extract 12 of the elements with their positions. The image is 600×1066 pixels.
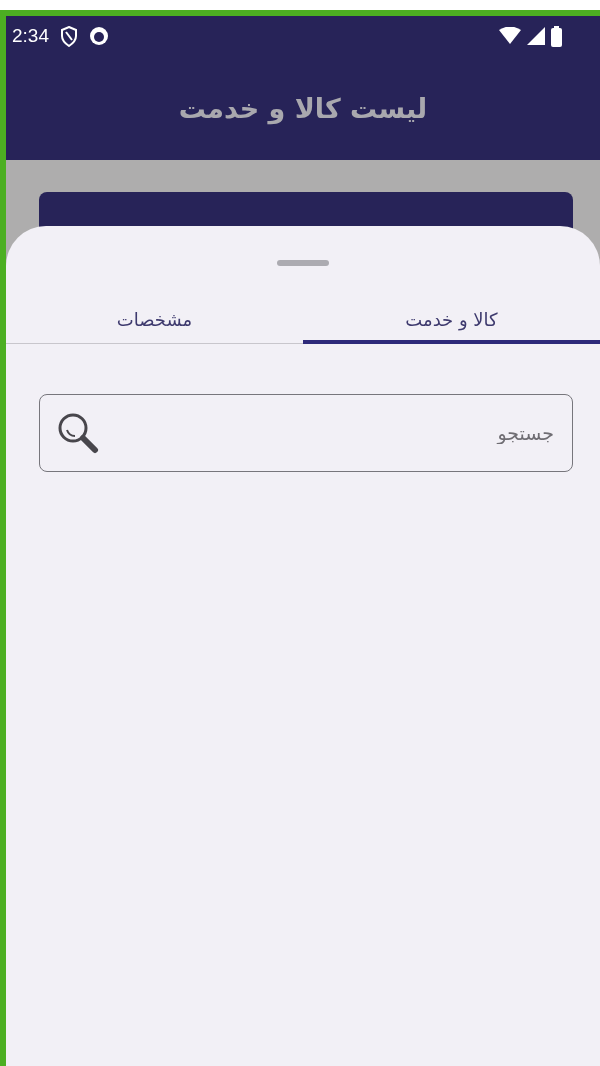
tab[interactable]: کالا و خدمت	[303, 308, 600, 344]
tab[interactable]: مشخصات	[6, 308, 303, 344]
search-icon	[57, 412, 99, 454]
search-field[interactable]: جستجو	[39, 394, 573, 472]
notification-icon	[89, 26, 109, 46]
signal-icon	[527, 27, 545, 45]
shield-icon	[61, 25, 77, 47]
drag-handle[interactable]	[277, 260, 329, 266]
battery-icon	[551, 25, 562, 47]
status-time: 2:34	[12, 25, 49, 47]
page-title: لیست کالا و خدمت	[178, 92, 428, 124]
wifi-icon	[499, 27, 521, 45]
